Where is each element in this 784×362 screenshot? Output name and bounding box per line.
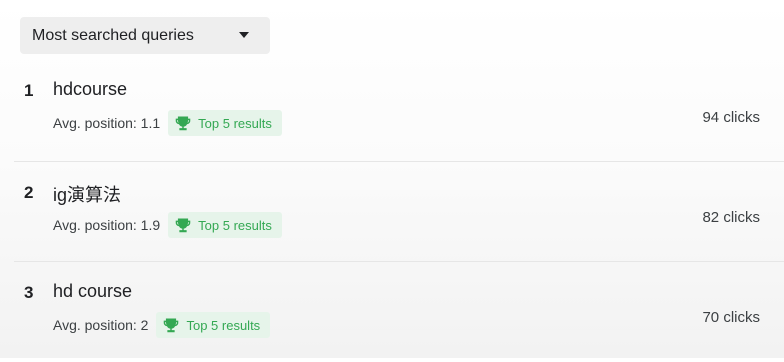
rank-number: 2 — [24, 183, 34, 202]
avg-position: Avg. position: 2 Top 5 results — [53, 312, 271, 338]
trophy-icon — [164, 318, 179, 333]
badge-label: Top 5 results — [198, 217, 272, 233]
query-filter-dropdown[interactable]: Most searched queries — [20, 17, 270, 54]
top-results-badge[interactable]: Top 5 results — [156, 312, 271, 338]
top-results-badge[interactable]: Top 5 results — [168, 110, 282, 136]
clicks-count: 94 clicks — [702, 109, 760, 126]
list-item[interactable]: 1 hdcourse Avg. position: 1.1 Top 5 resu… — [0, 66, 784, 162]
caret-down-icon — [239, 32, 249, 38]
query-text: hd course — [53, 281, 133, 301]
badge-label: Top 5 results — [198, 115, 272, 131]
query-text: ig演算法 — [53, 185, 122, 205]
divider — [14, 261, 784, 262]
avg-position: Avg. position: 1.1 Top 5 results — [53, 110, 282, 136]
clicks-count: 82 clicks — [702, 209, 760, 226]
query-text: hdcourse — [53, 79, 128, 99]
top-results-badge[interactable]: Top 5 results — [168, 212, 282, 238]
avg-position-text: Avg. position: 1.1 — [53, 115, 161, 131]
avg-position-text: Avg. position: 1.9 — [53, 217, 161, 233]
rank-number: 1 — [24, 81, 34, 100]
avg-position-text: Avg. position: 2 — [53, 317, 149, 333]
avg-position: Avg. position: 1.9 Top 5 results — [53, 212, 282, 238]
badge-label: Top 5 results — [186, 317, 261, 333]
trophy-icon — [175, 116, 191, 131]
query-filter-label: Most searched queries — [32, 26, 194, 44]
list-item[interactable]: 3 hd course Avg. position: 2 Top 5 resul… — [0, 266, 784, 362]
list-item[interactable]: 2 ig演算法 Avg. position: 1.9 Top 5 results… — [0, 166, 784, 262]
trophy-icon — [175, 218, 191, 233]
rank-number: 3 — [24, 283, 34, 302]
divider — [14, 161, 784, 162]
clicks-count: 70 clicks — [702, 309, 760, 326]
